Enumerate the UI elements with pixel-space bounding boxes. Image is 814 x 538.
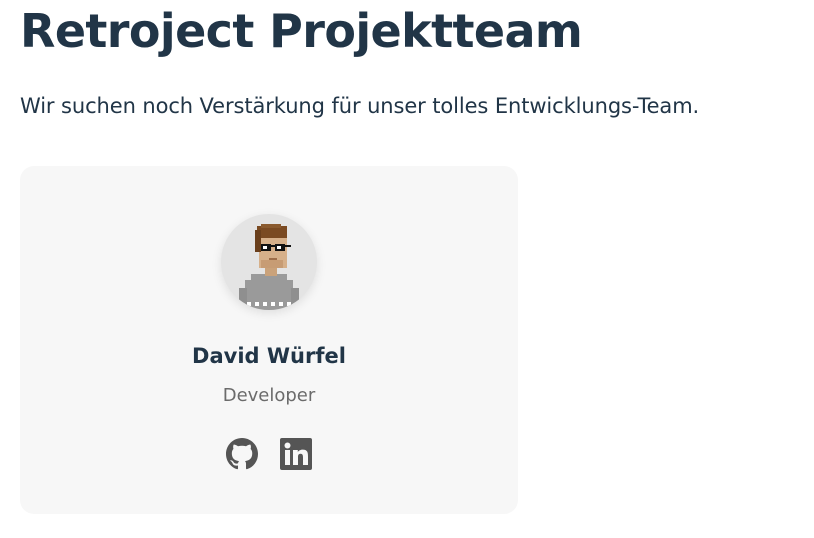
member-name: David Würfel <box>192 344 346 368</box>
page-title: Retroject Projektteam <box>20 4 583 58</box>
member-role: Developer <box>222 385 316 406</box>
linkedin-icon[interactable] <box>280 438 312 470</box>
social-links <box>226 438 312 472</box>
pixel-art-avatar-icon <box>221 214 317 310</box>
pixel-avatar-image <box>239 224 299 310</box>
intro-text: Wir suchen noch Verstärkung für unser to… <box>20 94 700 118</box>
github-icon[interactable] <box>226 438 258 470</box>
team-member-card: David Würfel Developer <box>20 166 518 514</box>
